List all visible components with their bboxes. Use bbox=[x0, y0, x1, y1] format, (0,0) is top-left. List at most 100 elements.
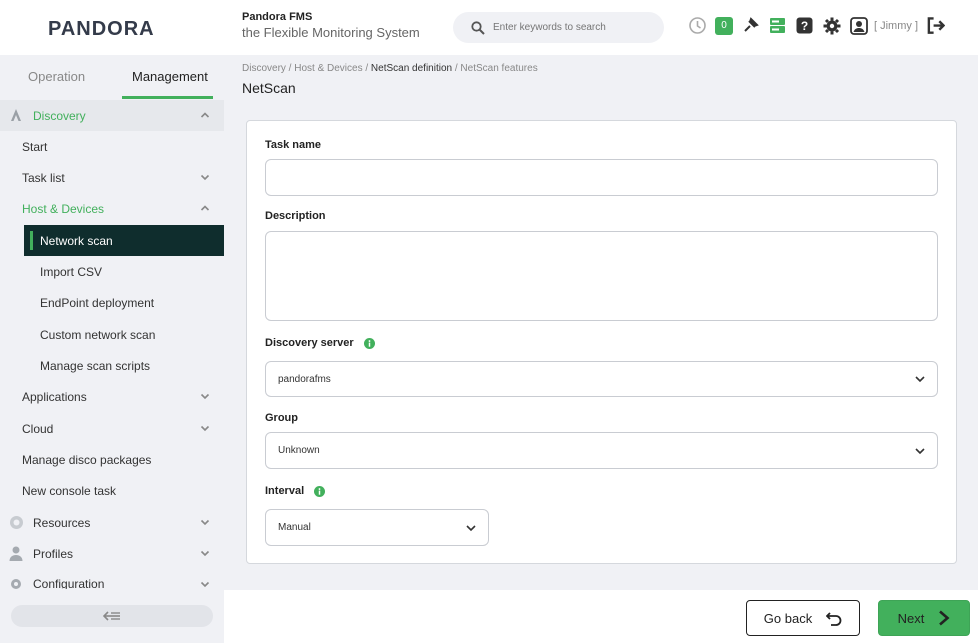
interval-value: Manual bbox=[278, 522, 311, 533]
task-name-label: Task name bbox=[265, 139, 321, 151]
logo-text: PANDORA bbox=[48, 18, 155, 40]
profile-icon bbox=[9, 546, 23, 561]
header-icons: 0 ? [ Jimmy ] bbox=[688, 16, 945, 35]
active-indicator bbox=[30, 231, 33, 250]
sidebar-item-configuration[interactable]: Configuration bbox=[0, 569, 224, 589]
logout-icon[interactable] bbox=[926, 16, 945, 35]
sidebar-item-label: EndPoint deployment bbox=[40, 295, 155, 310]
svg-text:?: ? bbox=[801, 19, 808, 33]
notification-badge[interactable]: 0 bbox=[715, 16, 733, 35]
sidebar-item-label: Import CSV bbox=[40, 264, 103, 279]
chevron-down-icon bbox=[466, 524, 476, 531]
sidebar-item-new-console-task[interactable]: New console task bbox=[0, 475, 224, 506]
info-icon[interactable] bbox=[363, 337, 375, 349]
go-back-button[interactable]: Go back bbox=[746, 600, 860, 636]
task-name-input[interactable] bbox=[265, 159, 938, 196]
brand: Pandora FMS the Flexible Monitoring Syst… bbox=[242, 11, 420, 40]
resources-icon bbox=[10, 516, 23, 529]
pandora-logo[interactable]: PANDORA bbox=[48, 15, 178, 41]
action-footer bbox=[224, 590, 978, 643]
tab-operation[interactable]: Operation bbox=[28, 69, 85, 84]
sidebar-item-label: Profiles bbox=[33, 546, 74, 561]
discovery-server-label-text: Discovery server bbox=[265, 337, 354, 349]
search-input[interactable] bbox=[493, 22, 653, 33]
breadcrumb-current[interactable]: NetScan definition bbox=[371, 63, 452, 74]
sidebar-item-resources[interactable]: Resources bbox=[0, 507, 224, 538]
sidebar: Operation Management Discovery Start Tas… bbox=[0, 55, 224, 643]
server-icon[interactable] bbox=[768, 16, 787, 35]
tab-management[interactable]: Management bbox=[132, 69, 208, 84]
group-value: Unknown bbox=[278, 445, 320, 456]
interval-label: Interval bbox=[265, 485, 326, 497]
collapse-arrow-icon bbox=[103, 611, 120, 621]
discovery-server-select[interactable]: pandorafms bbox=[265, 361, 938, 397]
chevron-down-icon bbox=[200, 519, 210, 526]
chevron-down-icon bbox=[200, 174, 210, 181]
chevron-down-icon bbox=[200, 581, 210, 588]
sidebar-item-network-scan[interactable]: Network scan bbox=[24, 225, 224, 256]
sidebar-item-label: Task list bbox=[22, 170, 65, 185]
chevron-down-icon bbox=[915, 376, 925, 383]
breadcrumb-path[interactable]: Discovery / Host & Devices / bbox=[242, 63, 371, 74]
breadcrumb-next[interactable]: / NetScan features bbox=[452, 63, 538, 74]
search-box[interactable] bbox=[453, 12, 664, 43]
gear-icon[interactable] bbox=[822, 16, 841, 35]
info-icon[interactable] bbox=[314, 485, 326, 497]
interval-select[interactable]: Manual bbox=[265, 509, 489, 546]
sidebar-item-cloud[interactable]: Cloud bbox=[0, 413, 224, 444]
tab-underline bbox=[122, 96, 213, 99]
description-textarea[interactable] bbox=[265, 231, 938, 321]
help-icon[interactable]: ? bbox=[795, 16, 814, 35]
sidebar-item-manage-scan-scripts[interactable]: Manage scan scripts bbox=[0, 350, 224, 381]
chevron-down-icon bbox=[200, 425, 210, 432]
chevron-up-icon bbox=[200, 112, 210, 118]
group-label-text: Group bbox=[265, 412, 298, 424]
discovery-server-label: Discovery server bbox=[265, 337, 375, 349]
sidebar-item-applications[interactable]: Applications bbox=[0, 381, 224, 412]
autorefresh-icon[interactable] bbox=[688, 16, 707, 35]
chevron-down-icon bbox=[200, 393, 210, 400]
sidebar-item-manage-disco-packages[interactable]: Manage disco packages bbox=[0, 444, 224, 475]
sidebar-item-label: Discovery bbox=[33, 108, 86, 123]
description-label-text: Description bbox=[265, 210, 326, 222]
page-title: NetScan bbox=[242, 80, 296, 96]
interval-label-text: Interval bbox=[265, 485, 305, 497]
group-select[interactable]: Unknown bbox=[265, 432, 938, 469]
group-label: Group bbox=[265, 412, 298, 424]
top-header: PANDORA Pandora FMS the Flexible Monitor… bbox=[0, 0, 978, 55]
collapse-sidebar-button[interactable] bbox=[11, 605, 213, 627]
sidebar-item-custom-network-scan[interactable]: Custom network scan bbox=[0, 319, 224, 350]
sidebar-item-label: Applications bbox=[22, 389, 87, 404]
sidebar-item-label: Configuration bbox=[33, 577, 105, 589]
netscan-form-card: Task name Description Discovery server p… bbox=[246, 120, 957, 564]
discovery-server-value: pandorafms bbox=[278, 373, 331, 385]
chevron-right-icon bbox=[939, 610, 950, 626]
sidebar-item-start[interactable]: Start bbox=[0, 131, 224, 162]
brand-subtitle: the Flexible Monitoring System bbox=[242, 25, 420, 40]
sidebar-item-import-csv[interactable]: Import CSV bbox=[0, 256, 224, 287]
chevron-down-icon bbox=[200, 550, 210, 557]
sidebar-item-label: Cloud bbox=[22, 421, 54, 436]
pin-icon[interactable] bbox=[741, 16, 760, 35]
task-name-label-text: Task name bbox=[265, 139, 322, 151]
next-label: Next bbox=[897, 610, 925, 626]
sidebar-item-label: Start bbox=[22, 139, 48, 154]
sidebar-item-label: Manage disco packages bbox=[22, 452, 152, 467]
sidebar-item-task-list[interactable]: Task list bbox=[0, 162, 224, 193]
user-avatar-icon[interactable] bbox=[849, 16, 868, 35]
discovery-icon bbox=[11, 109, 21, 121]
next-button[interactable]: Next bbox=[878, 600, 970, 636]
undo-icon bbox=[826, 611, 842, 626]
user-label[interactable]: [ Jimmy ] bbox=[874, 20, 918, 32]
sidebar-item-profiles[interactable]: Profiles bbox=[0, 538, 224, 569]
configuration-icon bbox=[11, 579, 21, 589]
chevron-down-icon bbox=[915, 447, 925, 454]
sidebar-item-host-devices[interactable]: Host & Devices bbox=[0, 193, 224, 224]
sidebar-item-label: Resources bbox=[33, 515, 91, 530]
search-icon bbox=[471, 20, 485, 35]
sidebar-item-endpoint-deployment[interactable]: EndPoint deployment bbox=[0, 287, 224, 318]
sidebar-item-discovery[interactable]: Discovery bbox=[0, 100, 224, 131]
go-back-label: Go back bbox=[763, 610, 813, 626]
sidebar-item-label: Custom network scan bbox=[40, 327, 156, 342]
breadcrumb: Discovery / Host & Devices / NetScan def… bbox=[242, 63, 538, 74]
